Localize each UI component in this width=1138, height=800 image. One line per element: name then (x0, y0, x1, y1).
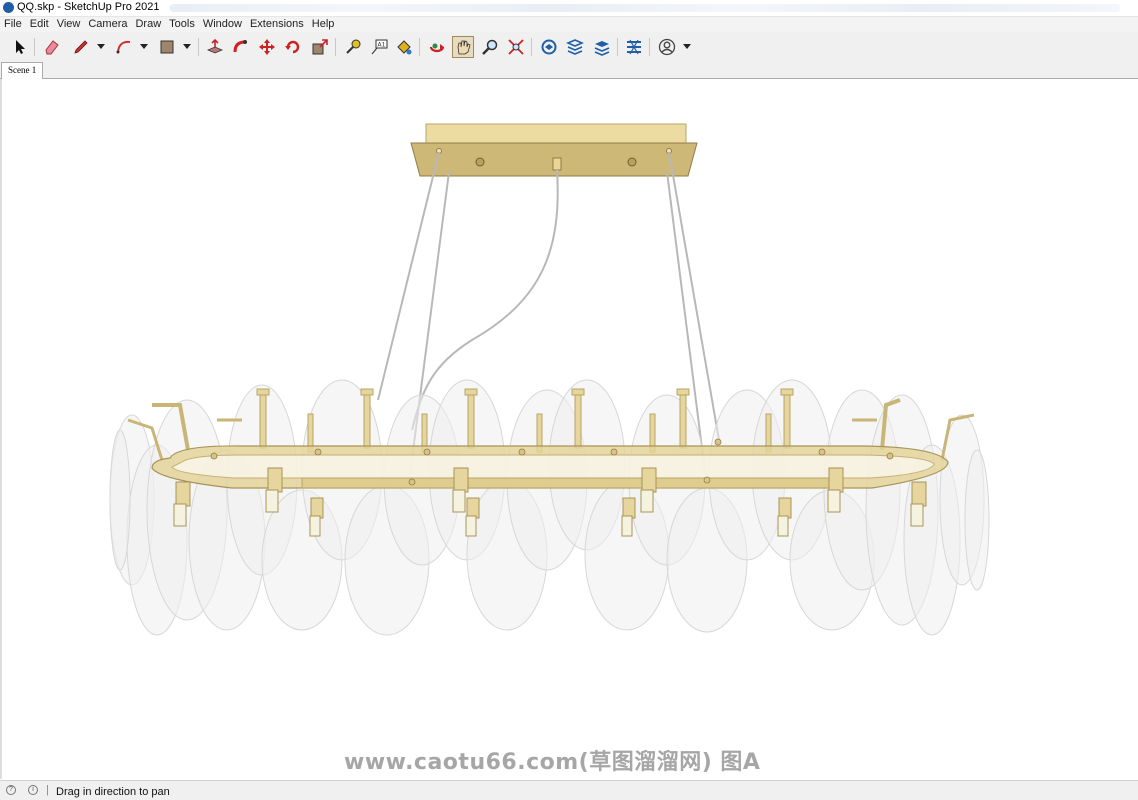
follow-me-icon[interactable] (230, 36, 252, 58)
warehouse-icon[interactable] (538, 36, 560, 58)
eraser-icon[interactable] (41, 36, 63, 58)
pan-icon[interactable] (452, 36, 474, 58)
scene-tab-1[interactable]: Scene 1 (1, 62, 44, 79)
text-icon[interactable]: A1 (368, 36, 390, 58)
status-message: Drag in direction to pan (56, 786, 170, 798)
menu-help[interactable]: Help (308, 17, 339, 30)
push-pull-icon[interactable] (204, 36, 226, 58)
model-viewport[interactable] (0, 79, 1138, 779)
menu-window[interactable]: Window (199, 17, 246, 30)
menu-camera[interactable]: Camera (84, 17, 131, 30)
svg-text:A1: A1 (378, 42, 386, 49)
toolbar-separator (419, 38, 420, 56)
menu-draw[interactable]: Draw (131, 17, 165, 30)
menu-edit[interactable]: Edit (26, 17, 53, 30)
info-icon[interactable]: i (28, 785, 38, 795)
zoom-extents-icon[interactable] (505, 36, 527, 58)
menu-bar: File Edit View Camera Draw Tools Window Extensi… (0, 17, 1138, 32)
status-divider: | (46, 784, 49, 796)
extension-warehouse-icon[interactable] (564, 36, 586, 58)
pencil-dropdown-chevron-icon[interactable] (97, 44, 105, 49)
toolbar-separator (198, 38, 199, 56)
watermark-text: www.caotu66.com(草图溜溜网) 图A (344, 750, 761, 775)
layout-icon[interactable] (591, 36, 613, 58)
title-bar: QQ.skp - SketchUp Pro 2021 (0, 0, 1138, 17)
scale-icon[interactable] (309, 36, 331, 58)
toolbar-separator (531, 38, 532, 56)
toolbar-separator (617, 38, 618, 56)
arc-dropdown-chevron-icon[interactable] (140, 44, 148, 49)
rotate-icon[interactable] (282, 36, 304, 58)
profile-icon[interactable] (656, 36, 678, 58)
rectangle-icon[interactable] (156, 36, 178, 58)
orbit-icon[interactable] (426, 36, 448, 58)
menu-file[interactable]: File (0, 17, 26, 30)
status-bar: ? i | Drag in direction to pan (0, 780, 1138, 800)
paint-bucket-icon[interactable] (393, 36, 415, 58)
toolbar-separator (34, 38, 35, 56)
extension-manager-icon[interactable] (623, 36, 645, 58)
menu-tools[interactable]: Tools (165, 17, 199, 30)
rectangle-dropdown-chevron-icon[interactable] (183, 44, 191, 49)
sketchup-app-icon (3, 2, 14, 13)
select-icon[interactable] (9, 36, 31, 58)
blurred-background-tabs (170, 4, 1120, 12)
tape-measure-icon[interactable] (342, 36, 364, 58)
main-toolbar: A1 (0, 32, 1138, 63)
chandelier-model (109, 123, 990, 636)
menu-extensions[interactable]: Extensions (246, 17, 308, 30)
profile-dropdown-chevron-icon[interactable] (683, 44, 691, 49)
toolbar-separator (649, 38, 650, 56)
move-icon[interactable] (256, 36, 278, 58)
zoom-icon[interactable] (479, 36, 501, 58)
menu-view[interactable]: View (53, 17, 85, 30)
scene-tab-bar: Scene 1 (0, 62, 1138, 79)
pencil-icon[interactable] (70, 36, 92, 58)
window-title: QQ.skp - SketchUp Pro 2021 (17, 1, 160, 13)
geo-location-icon[interactable]: ? (6, 785, 16, 795)
arc-icon[interactable] (113, 36, 135, 58)
glass-discs (109, 379, 990, 636)
ceiling-canopy (410, 123, 698, 177)
toolbar-separator (335, 38, 336, 56)
